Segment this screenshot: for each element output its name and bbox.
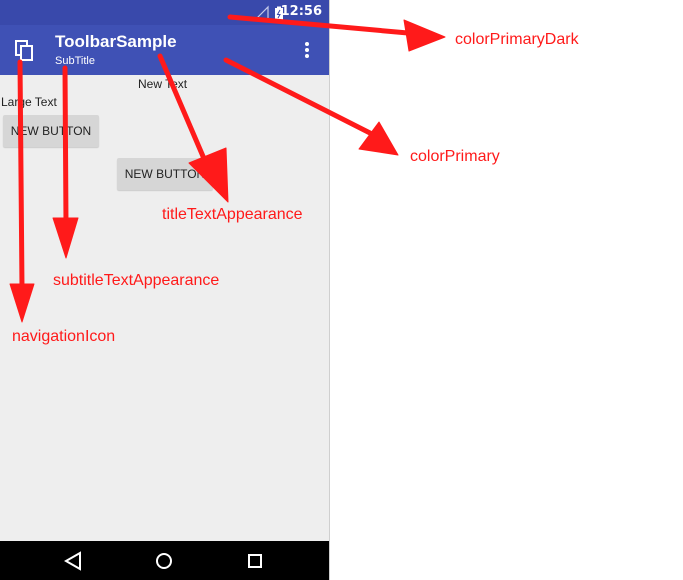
arrow-color-primary-dark [227,14,446,52]
annotation-color-primary: colorPrimary [410,148,500,165]
arrow-navigation-icon [9,59,35,323]
annotation-arrows [9,14,446,323]
annotation-title-text-appearance: titleTextAppearance [162,206,303,223]
annotation-color-primary-dark: colorPrimaryDark [455,31,579,48]
arrow-title-text-appearance [157,53,229,203]
arrow-subtitle-text-appearance [52,65,79,259]
annotation-subtitle-text-appearance: subtitleTextAppearance [53,272,220,289]
arrow-color-primary [223,57,399,156]
annotation-navigation-icon: navigationIcon [12,328,116,345]
